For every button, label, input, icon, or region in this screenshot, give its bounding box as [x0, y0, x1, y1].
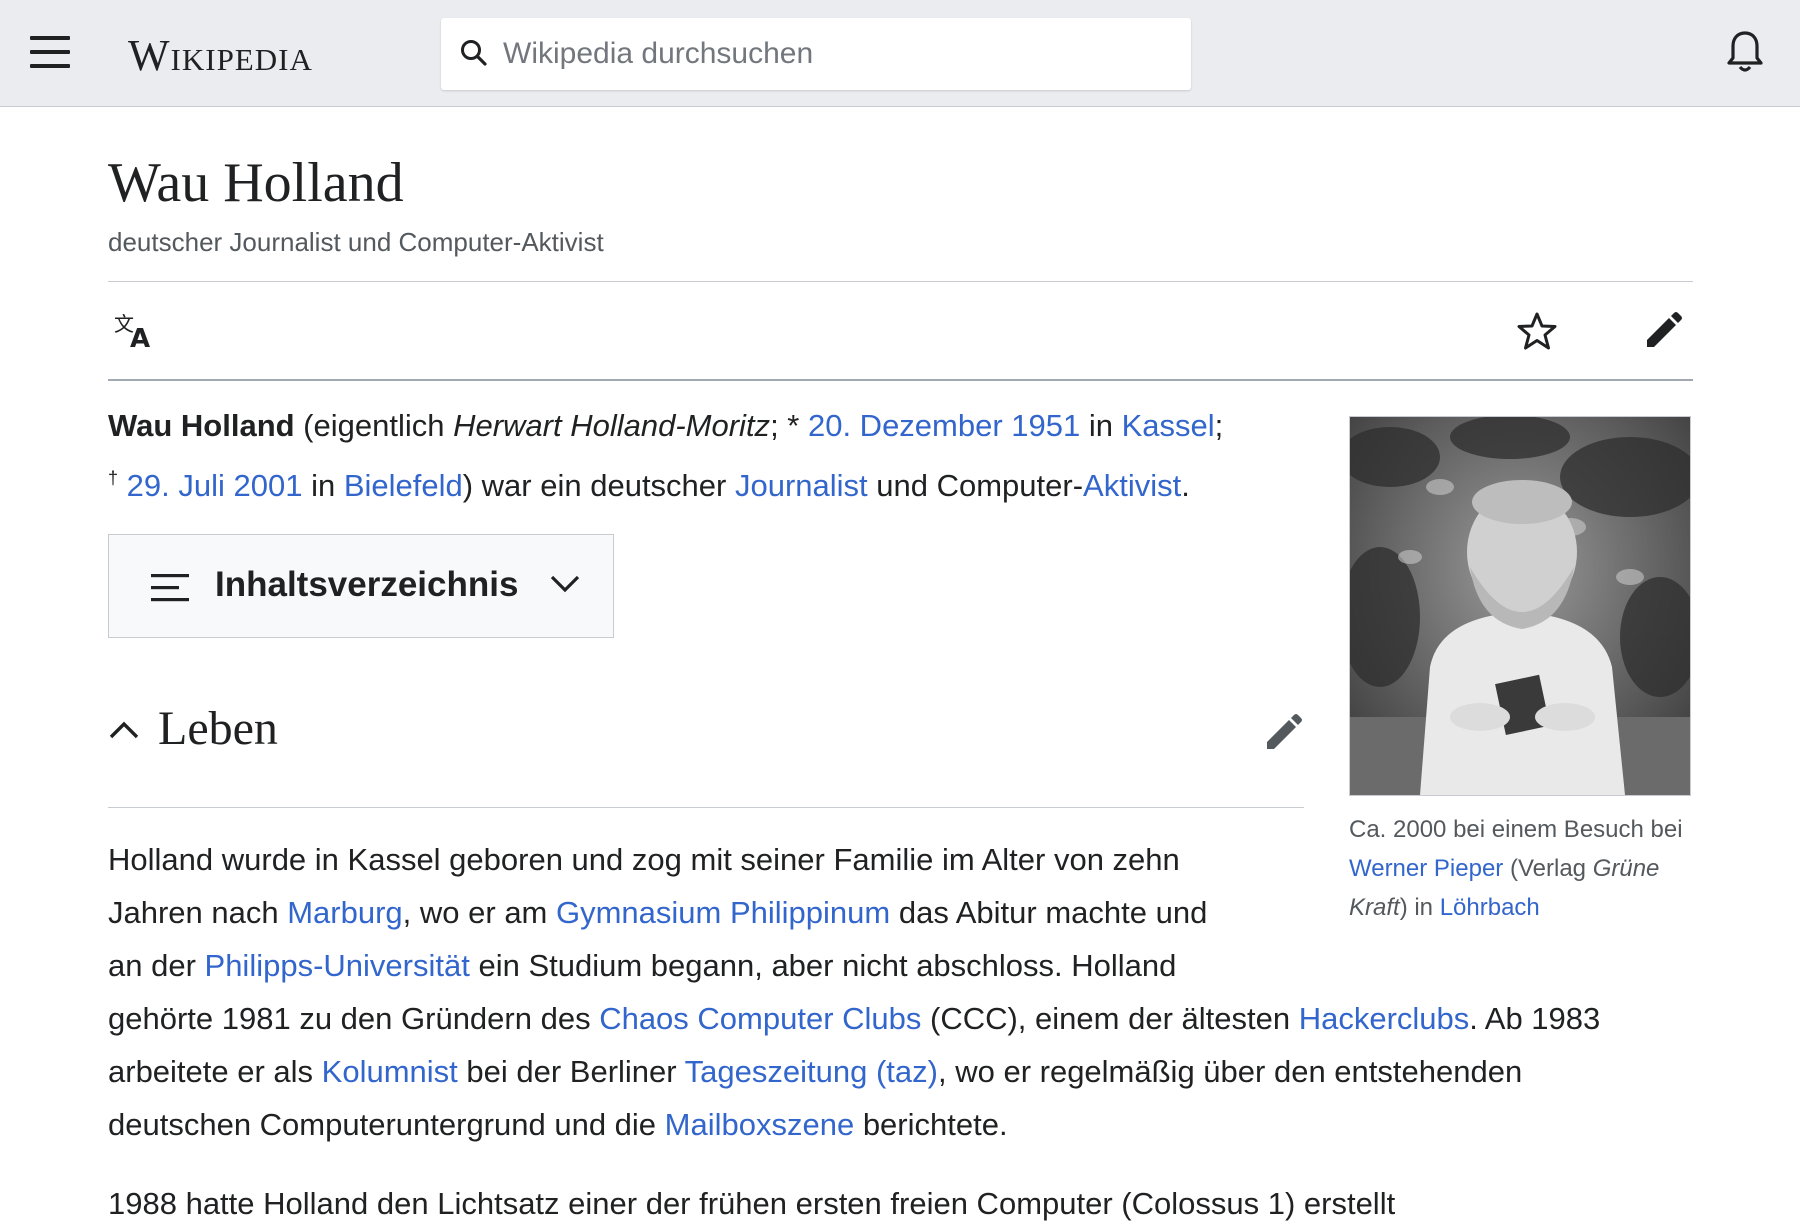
marburg-link[interactable]: Marburg: [287, 895, 402, 930]
page-title: Wau Holland: [108, 152, 404, 214]
lead-text: ) war ein deutscher: [462, 468, 735, 503]
lead-text: ;: [1214, 408, 1224, 443]
journalist-link[interactable]: Journalist: [735, 468, 868, 503]
lead-text: in: [302, 468, 344, 503]
chaos-computer-club-link[interactable]: Chaos Computer Clubs: [599, 1001, 921, 1036]
notifications-bell-icon[interactable]: [1726, 30, 1764, 74]
paragraph-text: . Ab 1983: [1469, 1001, 1601, 1036]
chevron-down-icon: [550, 575, 580, 593]
paragraph-line: arbeitete er als Kolumnist bei der Berli…: [108, 1045, 1708, 1098]
lead-text: und Computer-: [867, 468, 1084, 503]
section-title: Leben: [158, 702, 278, 755]
figure-caption: Ca. 2000 bei einem Besuch bei Werner Pie…: [1349, 810, 1691, 927]
real-name: Herwart Holland-Moritz: [453, 408, 771, 443]
search-input[interactable]: [501, 28, 1175, 80]
paragraph-line: deutschen Computeruntergrund und die Mai…: [108, 1098, 1708, 1151]
lead-text: in: [1080, 408, 1122, 443]
paragraph-text: berichtete.: [854, 1107, 1008, 1142]
watch-star-icon[interactable]: [1516, 311, 1558, 351]
loehrbach-link[interactable]: Löhrbach: [1440, 894, 1540, 921]
paragraph-text: , wo er am: [402, 895, 556, 930]
toc-label: Inhaltsverzeichnis: [215, 565, 519, 604]
search-box[interactable]: [441, 18, 1191, 90]
table-of-contents-toggle[interactable]: Inhaltsverzeichnis: [108, 534, 614, 638]
page-actions-bar: 文 A: [108, 281, 1693, 379]
paragraph-text: Jahren nach: [108, 895, 288, 930]
paragraph-text: bei der Berliner: [457, 1054, 685, 1089]
top-header: Wikipedia: [0, 0, 1800, 107]
infobox-figure: Ca. 2000 bei einem Besuch bei Werner Pie…: [1349, 416, 1691, 927]
lead-paragraph: Wau Holland (eigentlich Herwart Holland-…: [108, 399, 1308, 512]
paragraph-text: Holland wurde in Kassel geboren und zog …: [108, 842, 1180, 877]
caption-text: ) in: [1399, 894, 1440, 921]
death-date-link[interactable]: 29. Juli 2001: [127, 468, 303, 503]
death-place-link[interactable]: Bielefeld: [344, 468, 463, 503]
language-icon[interactable]: 文 A: [112, 311, 156, 351]
mailboxszene-link[interactable]: Mailboxszene: [665, 1107, 855, 1142]
lead-text: .: [1181, 468, 1190, 503]
paragraph-line: an der Philipps-Universität ein Studium …: [108, 939, 1708, 992]
aktivist-link[interactable]: Aktivist: [1083, 468, 1181, 503]
hackerclubs-link[interactable]: Hackerclubs: [1299, 1001, 1470, 1036]
photo-illustration: [1350, 417, 1690, 795]
lead-text: [118, 468, 127, 503]
svg-text:A: A: [130, 324, 150, 351]
caption-text: (Verlag: [1503, 855, 1593, 882]
paragraph-text: , wo er regelmäßig über den entstehenden: [937, 1054, 1523, 1089]
paragraph-text: deutschen Computeruntergrund und die: [108, 1107, 665, 1142]
paragraph-text: arbeitete er als: [108, 1054, 322, 1089]
paragraph-line: gehörte 1981 zu den Gründern des Chaos C…: [108, 992, 1708, 1045]
hamburger-menu-icon[interactable]: [30, 36, 70, 68]
lead-text: (eigentlich: [294, 408, 454, 443]
edit-section-pencil-icon[interactable]: [1263, 713, 1303, 753]
collapse-section-caret-icon[interactable]: [108, 719, 140, 741]
philipps-universitaet-link[interactable]: Philipps-Universität: [205, 948, 470, 983]
kolumnist-link[interactable]: Kolumnist: [322, 1054, 458, 1089]
divider: [108, 807, 1304, 808]
divider: [108, 379, 1693, 381]
edit-page-pencil-icon[interactable]: [1643, 311, 1683, 351]
paragraph-text: ein Studium begann, aber nicht abschloss…: [469, 948, 1177, 983]
paragraph-text: das Abitur machte und: [890, 895, 1208, 930]
paragraph-text: (CCC), einem der ältesten: [921, 1001, 1299, 1036]
birth-place-link[interactable]: Kassel: [1122, 408, 1215, 443]
lead-text: ; *: [770, 408, 808, 443]
next-paragraph-partial: 1988 hatte Holland den Lichtsatz einer d…: [108, 1186, 1396, 1221]
werner-pieper-link[interactable]: Werner Pieper: [1349, 855, 1503, 882]
page-tagline: deutscher Journalist und Computer-Aktivi…: [108, 227, 604, 257]
toc-list-icon: [151, 574, 189, 602]
death-mark: †: [108, 468, 119, 488]
birth-date-link[interactable]: 20. Dezember 1951: [808, 408, 1080, 443]
portrait-photo[interactable]: [1349, 416, 1691, 796]
article-subject: Wau Holland: [108, 408, 295, 443]
wikipedia-logo[interactable]: Wikipedia: [128, 30, 313, 81]
caption-text: Ca. 2000 bei einem Besuch bei: [1349, 816, 1683, 843]
search-icon: [461, 40, 487, 66]
section-heading-leben: Leben: [108, 701, 1304, 801]
gymnasium-philippinum-link[interactable]: Gymnasium Philippinum: [556, 895, 890, 930]
paragraph-text: gehörte 1981 zu den Gründern des: [108, 1001, 600, 1036]
tageszeitung-link[interactable]: Tageszeitung (taz): [685, 1054, 938, 1089]
paragraph-text: an der: [108, 948, 205, 983]
